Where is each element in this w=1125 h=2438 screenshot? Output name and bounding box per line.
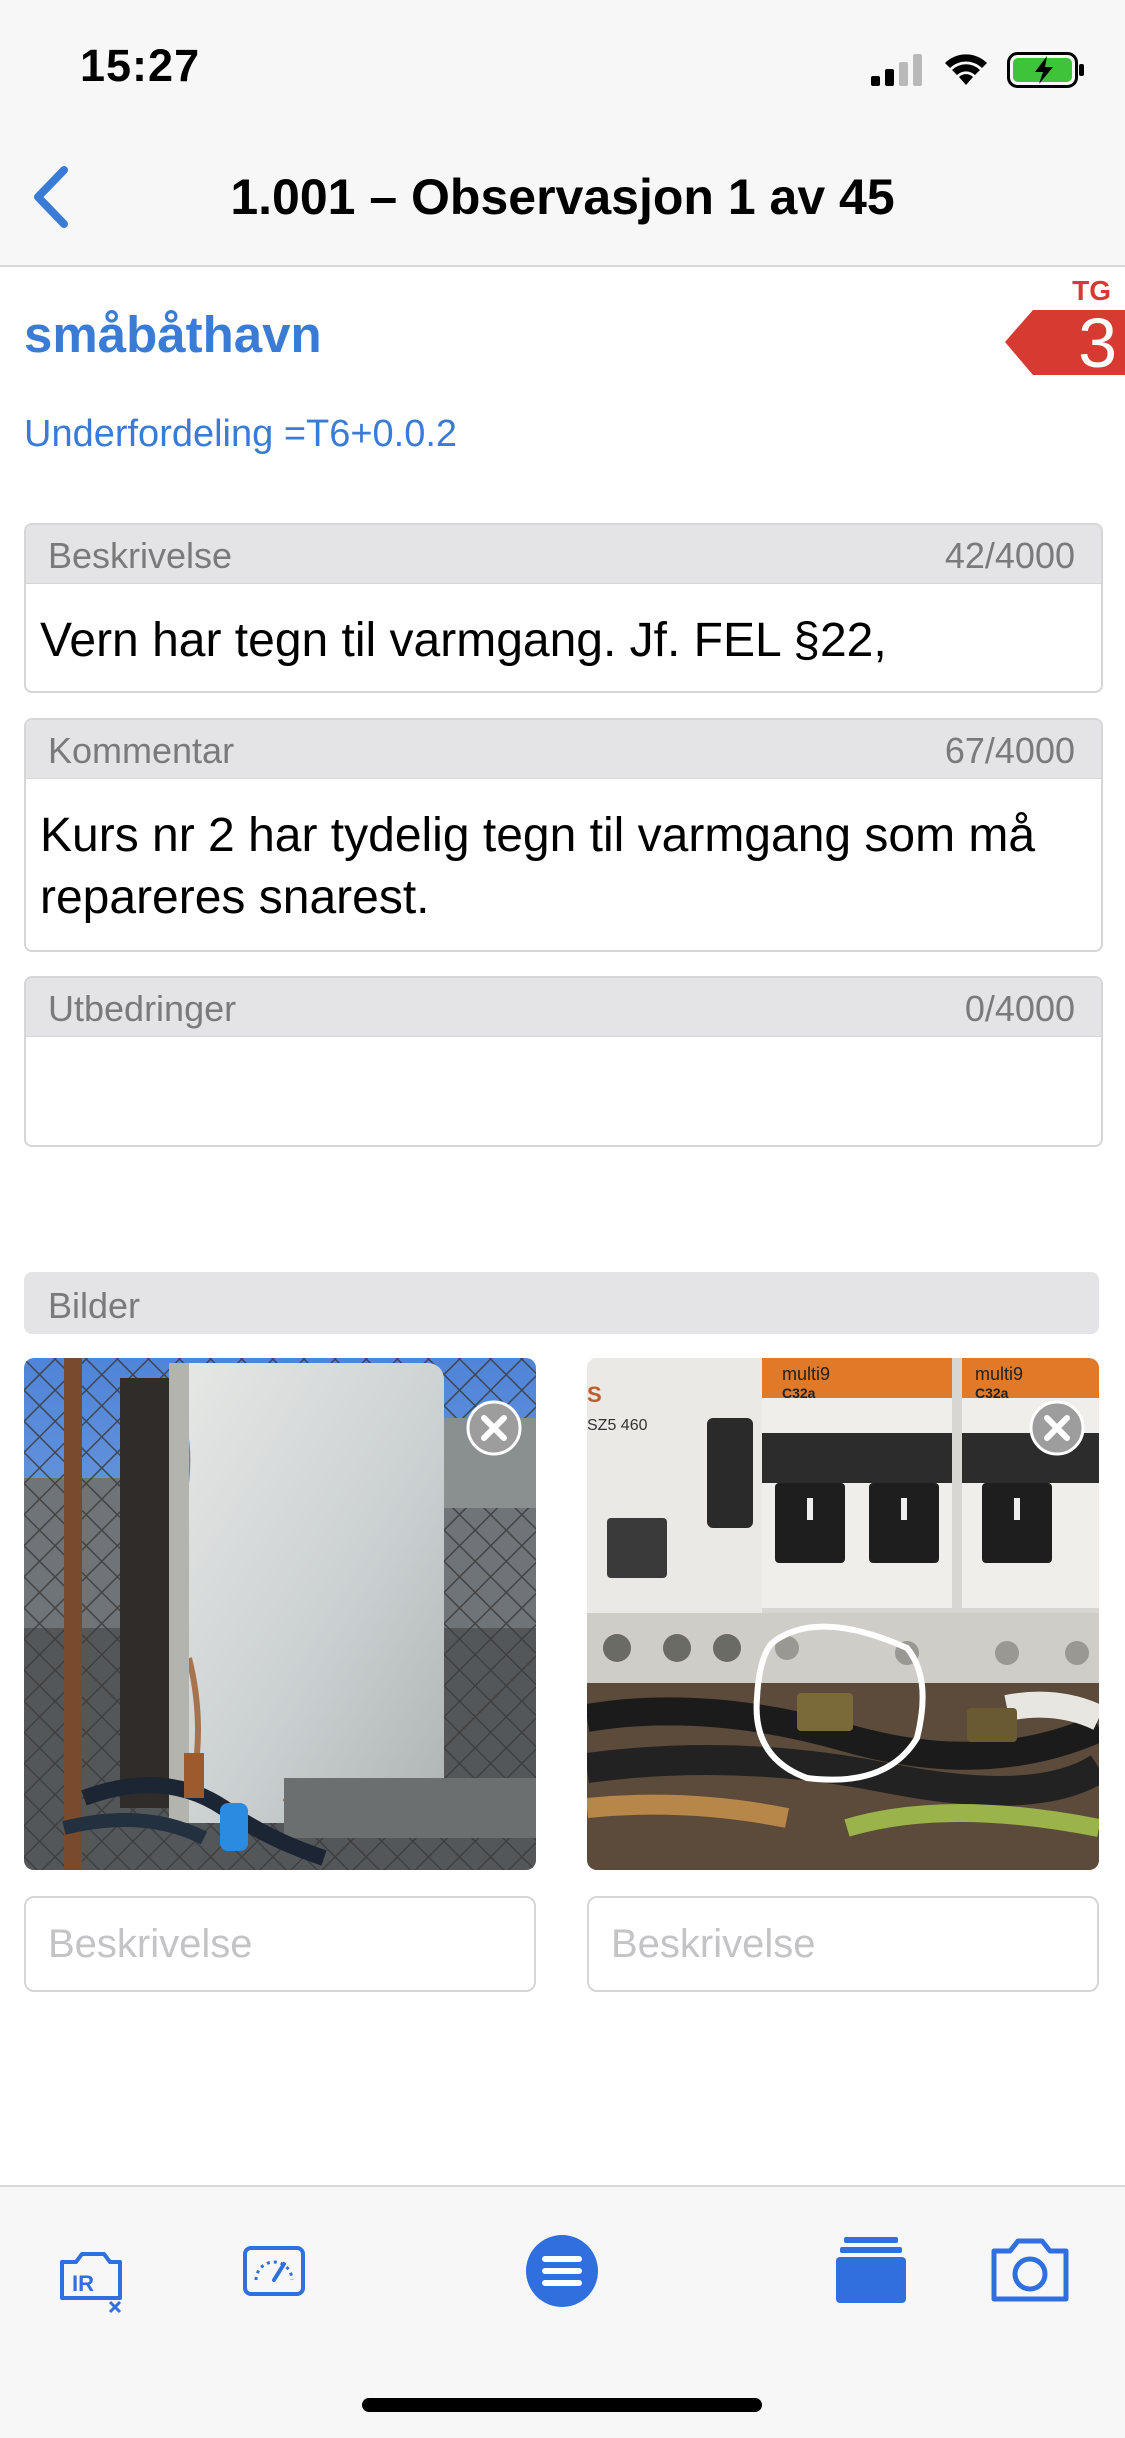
description-field[interactable]: Beskrivelse 42/4000 Vern har tegn til va… bbox=[24, 523, 1103, 693]
photo-2-rating-left: C32a bbox=[782, 1385, 816, 1401]
photo-2-brand-right: multi9 bbox=[975, 1364, 1023, 1384]
gauge-icon[interactable] bbox=[242, 2242, 306, 2302]
improvements-counter: 0/4000 bbox=[964, 988, 1075, 1029]
photo-2-image: S SZ5 460 multi9 C32a multi9 C32a bbox=[587, 1358, 1099, 1870]
home-indicator[interactable] bbox=[362, 2398, 762, 2412]
tg-badge: TG 3 bbox=[995, 275, 1125, 382]
photo-2-brand-left: multi9 bbox=[782, 1364, 830, 1384]
images-section-header: Bilder bbox=[24, 1272, 1099, 1334]
signal-icon bbox=[871, 54, 922, 86]
improvements-header: Utbedringer 0/4000 bbox=[26, 978, 1101, 1037]
comment-header: Kommentar 67/4000 bbox=[26, 720, 1101, 779]
location-title: småbåthavn bbox=[24, 306, 322, 363]
page-title: 1.001 – Observasjon 1 av 45 bbox=[230, 169, 895, 225]
remove-icon[interactable] bbox=[1029, 1400, 1085, 1456]
photo-1[interactable] bbox=[24, 1358, 536, 1870]
photo-1-description-input[interactable] bbox=[24, 1896, 536, 1992]
improvements-text[interactable] bbox=[26, 1037, 1101, 1063]
comment-label: Kommentar bbox=[48, 730, 235, 771]
menu-icon[interactable] bbox=[525, 2234, 599, 2308]
description-header: Beskrivelse 42/4000 bbox=[26, 525, 1101, 584]
status-icons bbox=[871, 50, 1085, 90]
comment-counter: 67/4000 bbox=[944, 730, 1075, 771]
photo-2-s-text: S bbox=[587, 1382, 602, 1407]
photo-2[interactable]: S SZ5 460 multi9 C32a multi9 C32a bbox=[587, 1358, 1099, 1870]
description-label: Beskrivelse bbox=[48, 535, 233, 576]
navigation-bar: 1.001 – Observasjon 1 av 45 bbox=[0, 130, 1125, 267]
description-text[interactable]: Vern har tegn til varmgang. Jf. FEL §22, bbox=[26, 584, 1101, 672]
improvements-label: Utbedringer bbox=[48, 988, 237, 1029]
subdistribution-label: Underfordeling =T6+0.0.2 bbox=[24, 413, 458, 455]
comment-field[interactable]: Kommentar 67/4000 Kurs nr 2 har tydelig … bbox=[24, 718, 1103, 952]
comment-text[interactable]: Kurs nr 2 har tydelig tegn til varmgang … bbox=[26, 779, 1101, 929]
battery-charging-icon bbox=[1007, 52, 1084, 88]
tg-value: 3 bbox=[1078, 304, 1117, 382]
status-time: 15:27 bbox=[80, 40, 201, 91]
ir-camera-icon[interactable]: IR bbox=[58, 2242, 130, 2314]
photo-2-description-input[interactable] bbox=[587, 1896, 1099, 1992]
wifi-icon bbox=[945, 54, 987, 85]
photo-2-rating-right: C32a bbox=[975, 1385, 1009, 1401]
images-label: Bilder bbox=[48, 1285, 141, 1326]
camera-icon[interactable] bbox=[990, 2237, 1070, 2303]
photo-2-model-text: SZ5 460 bbox=[587, 1417, 648, 1434]
remove-icon[interactable] bbox=[466, 1400, 522, 1456]
photo-1-image bbox=[24, 1358, 536, 1870]
improvements-field[interactable]: Utbedringer 0/4000 bbox=[24, 976, 1103, 1147]
status-bar: 15:27 bbox=[0, 0, 1125, 130]
layers-icon[interactable] bbox=[836, 2237, 906, 2305]
svg-text:IR: IR bbox=[72, 2271, 94, 2296]
description-counter: 42/4000 bbox=[944, 535, 1075, 576]
